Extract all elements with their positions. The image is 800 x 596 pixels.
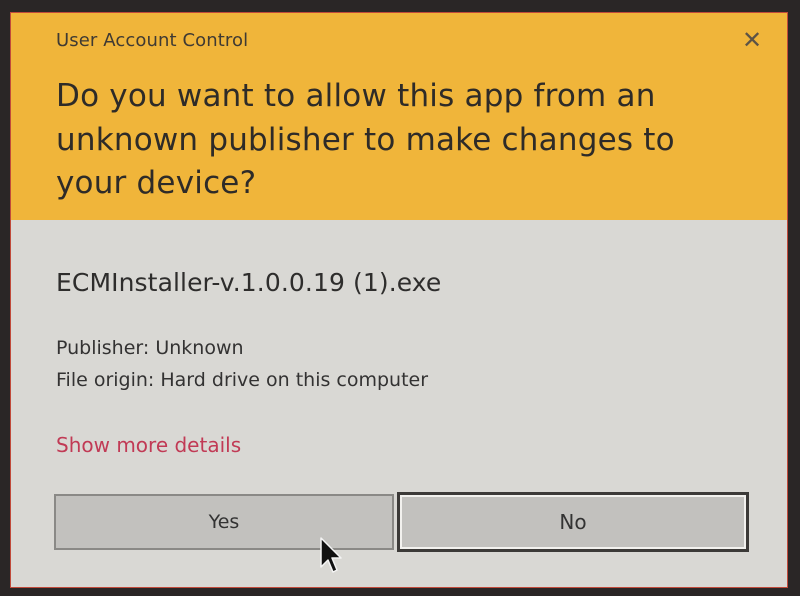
close-icon: ✕ bbox=[741, 26, 763, 54]
dialog-title: User Account Control bbox=[56, 30, 249, 51]
uac-dialog: User Account Control ✕ Do you want to al… bbox=[10, 12, 788, 588]
show-more-details-link[interactable]: Show more details bbox=[56, 433, 241, 457]
prompt-question: Do you want to allow this app from an un… bbox=[56, 78, 675, 201]
app-name: ECMInstaller-v.1.0.0.19 (1).exe bbox=[56, 268, 442, 297]
yes-button[interactable]: Yes bbox=[54, 494, 394, 550]
dialog-body: ECMInstaller-v.1.0.0.19 (1).exe Publishe… bbox=[11, 220, 787, 587]
publisher-info: Publisher: Unknown bbox=[56, 337, 244, 359]
dialog-header: User Account Control ✕ Do you want to al… bbox=[11, 13, 787, 220]
close-button[interactable]: ✕ bbox=[739, 27, 765, 53]
no-button[interactable]: No bbox=[397, 492, 749, 552]
file-origin-info: File origin: Hard drive on this computer bbox=[56, 369, 429, 391]
